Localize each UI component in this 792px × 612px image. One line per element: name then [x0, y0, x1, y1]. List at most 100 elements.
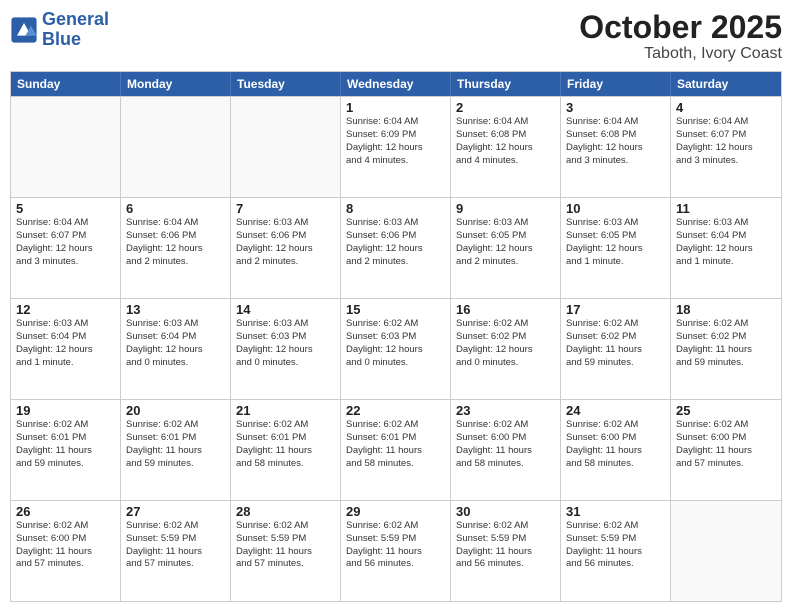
cell-info: Sunrise: 6:02 AM Sunset: 5:59 PM Dayligh…: [126, 520, 225, 571]
cell-info: Sunrise: 6:04 AM Sunset: 6:08 PM Dayligh…: [566, 116, 665, 167]
calendar-cell: 21Sunrise: 6:02 AM Sunset: 6:01 PM Dayli…: [231, 400, 341, 500]
cell-day-number: 13: [126, 302, 225, 317]
calendar-cell: 28Sunrise: 6:02 AM Sunset: 5:59 PM Dayli…: [231, 501, 341, 601]
cell-info: Sunrise: 6:02 AM Sunset: 6:00 PM Dayligh…: [456, 419, 555, 470]
cell-info: Sunrise: 6:04 AM Sunset: 6:07 PM Dayligh…: [676, 116, 776, 167]
cell-day-number: 8: [346, 201, 445, 216]
cell-info: Sunrise: 6:03 AM Sunset: 6:05 PM Dayligh…: [456, 217, 555, 268]
calendar-cell: 27Sunrise: 6:02 AM Sunset: 5:59 PM Dayli…: [121, 501, 231, 601]
calendar-cell: 12Sunrise: 6:03 AM Sunset: 6:04 PM Dayli…: [11, 299, 121, 399]
cell-info: Sunrise: 6:02 AM Sunset: 6:01 PM Dayligh…: [346, 419, 445, 470]
cell-info: Sunrise: 6:02 AM Sunset: 6:01 PM Dayligh…: [126, 419, 225, 470]
cell-day-number: 11: [676, 201, 776, 216]
calendar-cell: 17Sunrise: 6:02 AM Sunset: 6:02 PM Dayli…: [561, 299, 671, 399]
cell-info: Sunrise: 6:02 AM Sunset: 5:59 PM Dayligh…: [236, 520, 335, 571]
calendar-cell: 24Sunrise: 6:02 AM Sunset: 6:00 PM Dayli…: [561, 400, 671, 500]
cell-day-number: 27: [126, 504, 225, 519]
day-header-monday: Monday: [121, 72, 231, 96]
cell-day-number: 10: [566, 201, 665, 216]
cell-day-number: 9: [456, 201, 555, 216]
calendar-cell: 11Sunrise: 6:03 AM Sunset: 6:04 PM Dayli…: [671, 198, 781, 298]
cell-day-number: 7: [236, 201, 335, 216]
cell-day-number: 23: [456, 403, 555, 418]
calendar-cell: 14Sunrise: 6:03 AM Sunset: 6:03 PM Dayli…: [231, 299, 341, 399]
calendar-cell: 3Sunrise: 6:04 AM Sunset: 6:08 PM Daylig…: [561, 97, 671, 197]
cell-day-number: 22: [346, 403, 445, 418]
calendar-row-4: 26Sunrise: 6:02 AM Sunset: 6:00 PM Dayli…: [11, 500, 781, 601]
cell-info: Sunrise: 6:02 AM Sunset: 6:01 PM Dayligh…: [16, 419, 115, 470]
calendar-row-2: 12Sunrise: 6:03 AM Sunset: 6:04 PM Dayli…: [11, 298, 781, 399]
calendar-cell: 22Sunrise: 6:02 AM Sunset: 6:01 PM Dayli…: [341, 400, 451, 500]
calendar-cell: 18Sunrise: 6:02 AM Sunset: 6:02 PM Dayli…: [671, 299, 781, 399]
cell-day-number: 29: [346, 504, 445, 519]
calendar-cell: 29Sunrise: 6:02 AM Sunset: 5:59 PM Dayli…: [341, 501, 451, 601]
calendar-cell: 31Sunrise: 6:02 AM Sunset: 5:59 PM Dayli…: [561, 501, 671, 601]
calendar-cell: 20Sunrise: 6:02 AM Sunset: 6:01 PM Dayli…: [121, 400, 231, 500]
day-header-tuesday: Tuesday: [231, 72, 341, 96]
day-header-thursday: Thursday: [451, 72, 561, 96]
cell-info: Sunrise: 6:03 AM Sunset: 6:04 PM Dayligh…: [126, 318, 225, 369]
calendar-cell: 30Sunrise: 6:02 AM Sunset: 5:59 PM Dayli…: [451, 501, 561, 601]
cell-info: Sunrise: 6:02 AM Sunset: 6:00 PM Dayligh…: [676, 419, 776, 470]
calendar-cell: 16Sunrise: 6:02 AM Sunset: 6:02 PM Dayli…: [451, 299, 561, 399]
calendar-cell: 8Sunrise: 6:03 AM Sunset: 6:06 PM Daylig…: [341, 198, 451, 298]
location-title: Taboth, Ivory Coast: [579, 45, 782, 63]
calendar-cell: 6Sunrise: 6:04 AM Sunset: 6:06 PM Daylig…: [121, 198, 231, 298]
calendar-cell: 9Sunrise: 6:03 AM Sunset: 6:05 PM Daylig…: [451, 198, 561, 298]
calendar: SundayMondayTuesdayWednesdayThursdayFrid…: [10, 71, 782, 602]
title-block: October 2025 Taboth, Ivory Coast: [579, 10, 782, 63]
calendar-cell: 15Sunrise: 6:02 AM Sunset: 6:03 PM Dayli…: [341, 299, 451, 399]
cell-info: Sunrise: 6:02 AM Sunset: 6:02 PM Dayligh…: [566, 318, 665, 369]
calendar-cell: 1Sunrise: 6:04 AM Sunset: 6:09 PM Daylig…: [341, 97, 451, 197]
calendar-cell: 26Sunrise: 6:02 AM Sunset: 6:00 PM Dayli…: [11, 501, 121, 601]
calendar-cell: 23Sunrise: 6:02 AM Sunset: 6:00 PM Dayli…: [451, 400, 561, 500]
cell-info: Sunrise: 6:02 AM Sunset: 6:02 PM Dayligh…: [456, 318, 555, 369]
day-header-wednesday: Wednesday: [341, 72, 451, 96]
day-headers: SundayMondayTuesdayWednesdayThursdayFrid…: [11, 72, 781, 96]
cell-info: Sunrise: 6:03 AM Sunset: 6:06 PM Dayligh…: [346, 217, 445, 268]
cell-day-number: 4: [676, 100, 776, 115]
calendar-cell: 19Sunrise: 6:02 AM Sunset: 6:01 PM Dayli…: [11, 400, 121, 500]
cell-day-number: 21: [236, 403, 335, 418]
cell-day-number: 5: [16, 201, 115, 216]
logo-text: General Blue: [42, 10, 109, 50]
calendar-cell: 13Sunrise: 6:03 AM Sunset: 6:04 PM Dayli…: [121, 299, 231, 399]
cell-day-number: 18: [676, 302, 776, 317]
cell-info: Sunrise: 6:03 AM Sunset: 6:06 PM Dayligh…: [236, 217, 335, 268]
cell-day-number: 20: [126, 403, 225, 418]
logo-icon: [10, 16, 38, 44]
cell-day-number: 26: [16, 504, 115, 519]
cell-day-number: 12: [16, 302, 115, 317]
calendar-row-1: 5Sunrise: 6:04 AM Sunset: 6:07 PM Daylig…: [11, 197, 781, 298]
cell-info: Sunrise: 6:04 AM Sunset: 6:09 PM Dayligh…: [346, 116, 445, 167]
cell-info: Sunrise: 6:02 AM Sunset: 6:01 PM Dayligh…: [236, 419, 335, 470]
cell-info: Sunrise: 6:02 AM Sunset: 6:03 PM Dayligh…: [346, 318, 445, 369]
cell-info: Sunrise: 6:04 AM Sunset: 6:08 PM Dayligh…: [456, 116, 555, 167]
calendar-cell: [671, 501, 781, 601]
cell-day-number: 28: [236, 504, 335, 519]
cell-day-number: 19: [16, 403, 115, 418]
cell-info: Sunrise: 6:04 AM Sunset: 6:07 PM Dayligh…: [16, 217, 115, 268]
calendar-cell: [231, 97, 341, 197]
cell-day-number: 1: [346, 100, 445, 115]
cell-day-number: 6: [126, 201, 225, 216]
calendar-cell: 10Sunrise: 6:03 AM Sunset: 6:05 PM Dayli…: [561, 198, 671, 298]
cell-info: Sunrise: 6:02 AM Sunset: 5:59 PM Dayligh…: [566, 520, 665, 571]
cell-info: Sunrise: 6:03 AM Sunset: 6:04 PM Dayligh…: [16, 318, 115, 369]
cell-info: Sunrise: 6:02 AM Sunset: 6:02 PM Dayligh…: [676, 318, 776, 369]
calendar-row-0: 1Sunrise: 6:04 AM Sunset: 6:09 PM Daylig…: [11, 96, 781, 197]
cell-day-number: 25: [676, 403, 776, 418]
cell-info: Sunrise: 6:02 AM Sunset: 6:00 PM Dayligh…: [16, 520, 115, 571]
cell-info: Sunrise: 6:04 AM Sunset: 6:06 PM Dayligh…: [126, 217, 225, 268]
cell-day-number: 24: [566, 403, 665, 418]
cell-day-number: 31: [566, 504, 665, 519]
calendar-cell: 4Sunrise: 6:04 AM Sunset: 6:07 PM Daylig…: [671, 97, 781, 197]
cell-day-number: 3: [566, 100, 665, 115]
cell-day-number: 30: [456, 504, 555, 519]
cell-info: Sunrise: 6:02 AM Sunset: 6:00 PM Dayligh…: [566, 419, 665, 470]
calendar-cell: 7Sunrise: 6:03 AM Sunset: 6:06 PM Daylig…: [231, 198, 341, 298]
cell-day-number: 15: [346, 302, 445, 317]
day-header-saturday: Saturday: [671, 72, 781, 96]
page-header: General Blue October 2025 Taboth, Ivory …: [10, 10, 782, 63]
calendar-grid: 1Sunrise: 6:04 AM Sunset: 6:09 PM Daylig…: [11, 96, 781, 601]
